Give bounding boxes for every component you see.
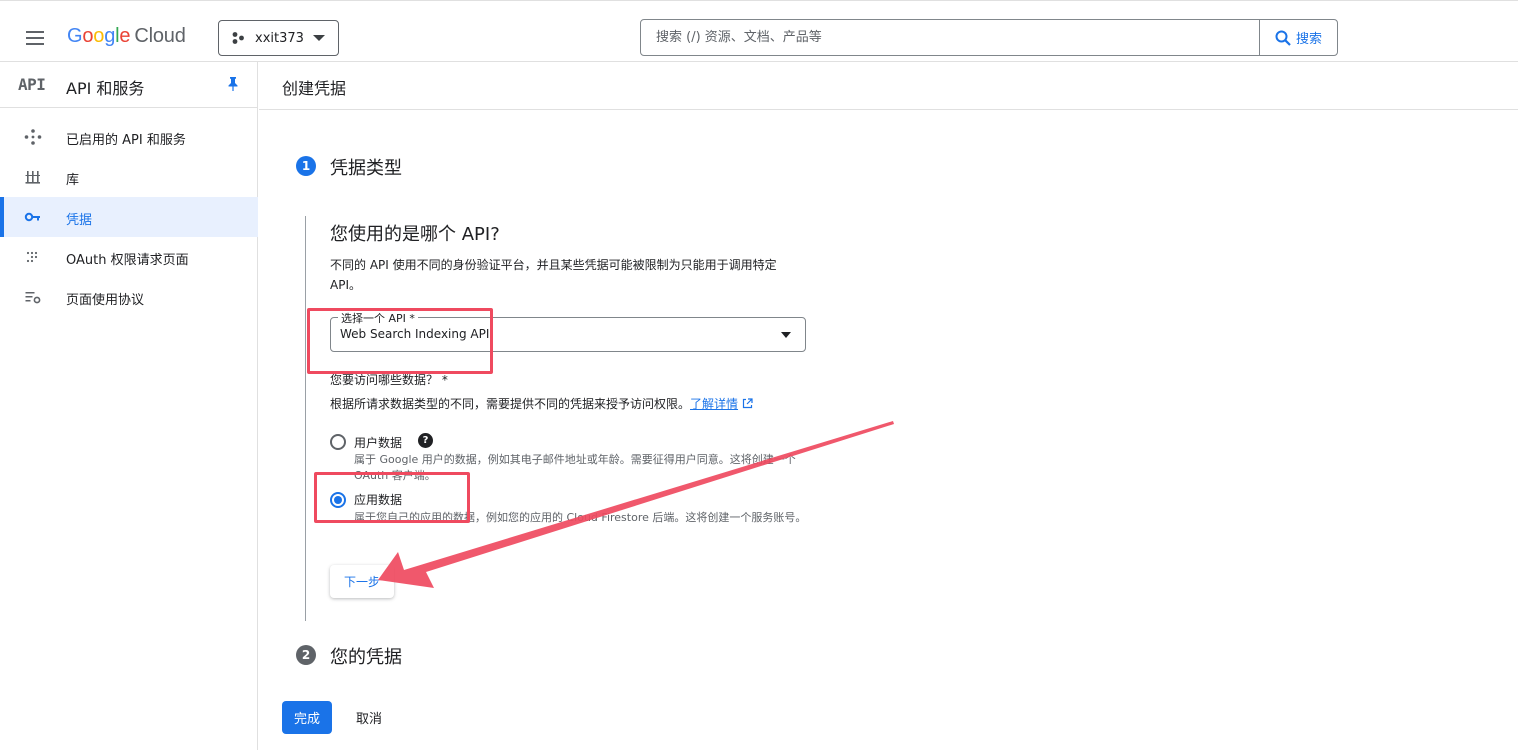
diamond-nodes-icon — [24, 129, 42, 145]
search-input[interactable] — [641, 20, 1259, 55]
main-menu-icon[interactable] — [26, 31, 46, 45]
sidebar-header: API API 和服务 — [0, 62, 257, 108]
dropdown-arrow-icon — [781, 332, 791, 338]
sidebar-nav: 已启用的 API 和服务 库 凭据 OAuth 权限请求页面 页面使用协议 — [0, 117, 258, 317]
sidebar-item-oauth-consent[interactable]: OAuth 权限请求页面 — [0, 237, 258, 277]
search-button[interactable]: 搜索 — [1259, 20, 1337, 55]
search-bar: 搜索 — [640, 19, 1338, 56]
google-cloud-logo[interactable]: Google Cloud — [67, 25, 186, 48]
next-button[interactable]: 下一步 — [330, 565, 394, 598]
chevron-down-icon — [313, 35, 325, 41]
sidebar-item-library[interactable]: 库 — [0, 157, 258, 197]
annotation-highlight-app-data — [314, 472, 470, 523]
project-name: xxit373 — [255, 30, 304, 46]
project-nodes-icon — [232, 32, 244, 44]
done-button[interactable]: 完成 — [282, 701, 332, 734]
top-bar: Google Cloud xxit373 搜索 — [0, 0, 1518, 62]
step-1-title[interactable]: 凭据类型 — [330, 154, 402, 180]
external-link-icon[interactable] — [742, 398, 753, 409]
key-icon — [24, 212, 40, 222]
step-1-number: 1 — [296, 156, 316, 176]
api-question-description: 不同的 API 使用不同的身份验证平台，并且某些凭据可能被限制为只能用于调用特定… — [330, 258, 777, 292]
sidebar: API API 和服务 已启用的 API 和服务 库 凭据 OAuth 权限请求… — [0, 62, 258, 750]
step-connector-line — [305, 216, 306, 621]
project-picker[interactable]: xxit373 — [218, 20, 339, 56]
sidebar-item-page-agreements[interactable]: 页面使用协议 — [0, 277, 258, 317]
step-2-number: 2 — [296, 645, 316, 665]
sidebar-item-enabled-apis[interactable]: 已启用的 API 和服务 — [0, 117, 258, 157]
pin-icon[interactable] — [226, 76, 240, 92]
page-header: 创建凭据 — [259, 62, 1518, 110]
user-data-radio[interactable] — [330, 434, 346, 450]
cancel-button[interactable]: 取消 — [344, 701, 394, 734]
sidebar-item-credentials[interactable]: 凭据 — [0, 197, 258, 237]
api-badge-icon: API — [18, 75, 46, 94]
list-settings-icon — [25, 292, 41, 304]
dotted-grid-icon — [26, 251, 38, 263]
user-data-label[interactable]: 用户数据 — [354, 434, 402, 451]
help-icon[interactable]: ? — [418, 433, 433, 448]
learn-more-link[interactable]: 了解详情 — [690, 397, 738, 411]
search-icon — [1275, 30, 1291, 46]
library-icon — [25, 171, 40, 184]
data-type-description: 根据所请求数据类型的不同，需要提供不同的凭据来授予访问权限。了解详情 — [330, 395, 753, 412]
api-question-title: 您使用的是哪个 API? — [330, 224, 500, 245]
annotation-highlight-api-select — [307, 308, 493, 374]
step-2-title[interactable]: 您的凭据 — [330, 643, 402, 669]
page-title: 创建凭据 — [282, 79, 347, 98]
sidebar-title: API 和服务 — [66, 79, 145, 98]
